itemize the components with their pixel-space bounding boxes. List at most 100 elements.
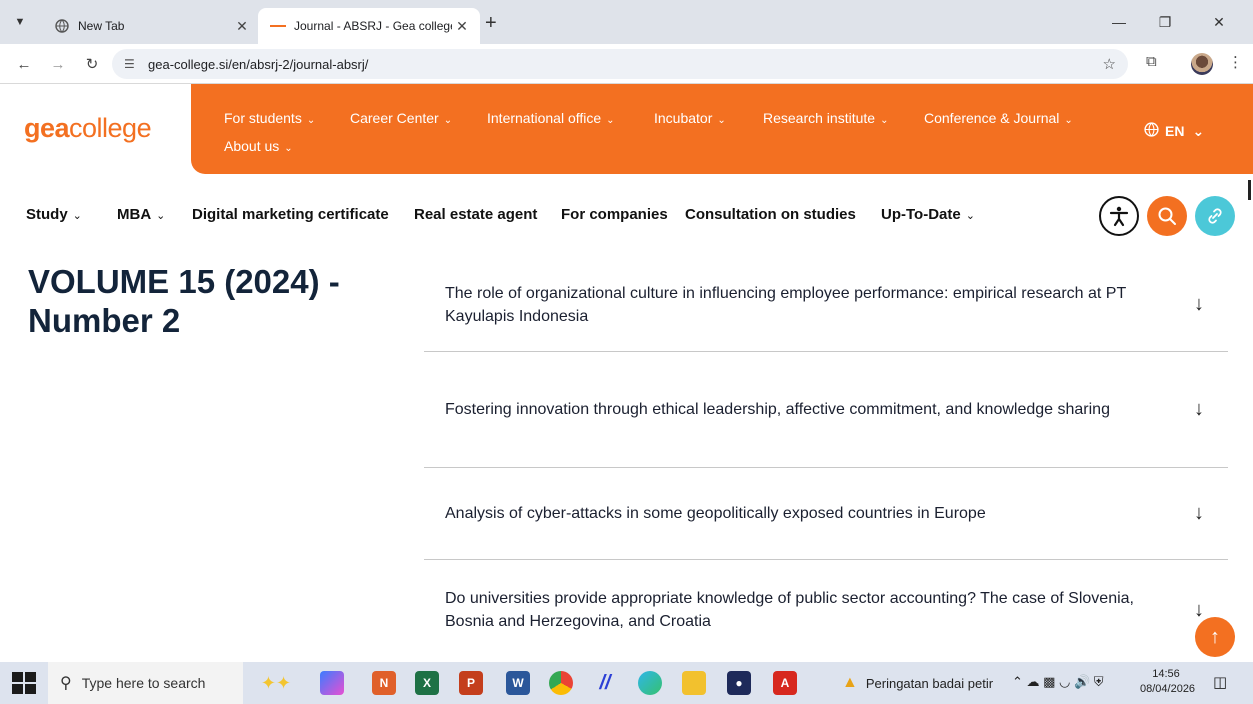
window-close-icon[interactable]: ✕: [1196, 8, 1242, 36]
article-title: Analysis of cyber-attacks in some geopol…: [445, 505, 986, 522]
subnav-digital-marketing[interactable]: Digital marketing certificate: [192, 206, 389, 223]
system-tray[interactable]: ⌃ ☁ ▩ ◡ 🔊 ⛨: [1012, 674, 1104, 690]
chevron-down-icon: ⌄: [965, 210, 975, 222]
gea-favicon-icon: [270, 18, 286, 34]
menu-kebab-icon[interactable]: ⋮: [1228, 53, 1243, 71]
subnav-mba[interactable]: MBA ⌄: [117, 206, 165, 223]
extensions-puzzle-icon[interactable]: ⧉: [1146, 53, 1157, 70]
chevron-down-icon: ⌄: [1064, 115, 1073, 126]
chrome-icon[interactable]: [549, 671, 573, 695]
tab-new-tab[interactable]: New Tab ✕: [40, 8, 260, 44]
site-settings-icon[interactable]: ☰: [124, 57, 142, 71]
browser-toolbar: ← → ↻ ☰ gea-college.si/en/absrj-2/journa…: [0, 44, 1253, 84]
volume-title: VOLUME 15 (2024) - Number 2: [28, 263, 340, 339]
back-to-top-button[interactable]: ↑: [1195, 617, 1235, 657]
subnav-real-estate-agent[interactable]: Real estate agent: [414, 206, 537, 223]
address-bar[interactable]: ☰ gea-college.si/en/absrj-2/journal-absr…: [112, 49, 1128, 79]
close-icon[interactable]: ✕: [232, 18, 252, 35]
weather-text: Peringatan badai petir: [865, 675, 994, 691]
nav-career-center[interactable]: Career Center ⌄: [350, 110, 452, 126]
acrobat-icon[interactable]: A: [773, 671, 797, 695]
search-icon: ⚲: [60, 675, 72, 692]
app-red-icon[interactable]: N: [372, 671, 396, 695]
edge-icon[interactable]: [638, 671, 662, 695]
copilot-icon[interactable]: [320, 671, 344, 695]
new-tab-plus-icon[interactable]: +: [485, 12, 497, 35]
chevron-down-icon: ⌄: [606, 115, 615, 126]
article-title: Do universities provide appropriate know…: [445, 590, 1134, 630]
excel-icon[interactable]: X: [415, 671, 439, 695]
arrow-down-icon[interactable]: ↓: [1194, 398, 1204, 421]
chevron-down-icon: ⌄: [1192, 122, 1205, 139]
main-navigation: For students ⌄ Career Center ⌄ Internation…: [191, 84, 1253, 174]
subnav-for-companies[interactable]: For companies: [561, 206, 668, 223]
windows-start-icon[interactable]: [12, 672, 36, 694]
article-accordion-item[interactable]: The role of organizational culture in in…: [424, 258, 1228, 352]
scroll-indicator: [1248, 180, 1251, 200]
nav-conference-journal[interactable]: Conference & Journal ⌄: [924, 110, 1073, 126]
minimize-icon[interactable]: —: [1096, 8, 1142, 36]
gea-college-logo[interactable]: geacollege: [24, 113, 152, 144]
powerpoint-icon[interactable]: P: [459, 671, 483, 695]
chevron-down-icon: ⌄: [156, 210, 166, 222]
browser-tabstrip: ▼ New Tab ✕ Journal - ABSRJ - Gea colleg…: [0, 0, 1253, 44]
tab-search-chevron-icon[interactable]: ▼: [10, 12, 30, 32]
article-accordion-item[interactable]: Analysis of cyber-attacks in some geopol…: [424, 468, 1228, 560]
accessibility-icon: [1109, 206, 1129, 227]
article-accordion-item[interactable]: Fostering innovation through ethical lea…: [424, 352, 1228, 468]
storm-warning-icon: ▲: [842, 674, 858, 691]
chevron-down-icon: ⌄: [880, 115, 889, 126]
windows-taskbar: ⚲ Type here to search ✦✦ N X P W // ● A …: [0, 662, 1253, 704]
close-icon[interactable]: ✕: [452, 18, 472, 35]
forward-arrow-icon[interactable]: →: [46, 52, 70, 76]
app-slash-icon[interactable]: //: [593, 671, 617, 695]
tab-title: New Tab: [78, 19, 125, 33]
chevron-down-icon: ⌄: [717, 115, 726, 126]
nav-incubator[interactable]: Incubator ⌄: [654, 110, 726, 126]
taskbar-search-box[interactable]: ⚲ Type here to search: [48, 662, 243, 704]
weather-widget[interactable]: ▲ Peringatan badai petir: [842, 674, 993, 692]
chevron-down-icon: ⌄: [72, 210, 82, 222]
link-button[interactable]: [1195, 196, 1235, 236]
subnav-consultation[interactable]: Consultation on studies: [685, 206, 856, 223]
accessibility-button[interactable]: [1099, 196, 1139, 236]
sparkle-widget-icon[interactable]: ✦✦: [256, 671, 296, 695]
search-icon: [1158, 207, 1176, 225]
nav-for-students[interactable]: For students ⌄: [224, 110, 315, 126]
language-selector[interactable]: EN ⌄: [1144, 122, 1204, 140]
arrow-down-icon[interactable]: ↓: [1194, 599, 1204, 622]
nav-about-us[interactable]: About us ⌄: [224, 138, 293, 154]
app-dark-icon[interactable]: ●: [727, 671, 751, 695]
reload-icon[interactable]: ↻: [80, 52, 104, 76]
arrow-down-icon[interactable]: ↓: [1194, 502, 1204, 525]
nav-international-office[interactable]: International office ⌄: [487, 110, 615, 126]
subnav-up-to-date[interactable]: Up-To-Date ⌄: [881, 206, 975, 223]
tab-title: Journal - ABSRJ - Gea college: [294, 19, 452, 33]
taskbar-clock[interactable]: 14:56 08/04/2026: [1140, 667, 1195, 697]
word-icon[interactable]: W: [506, 671, 530, 695]
chevron-down-icon: ⌄: [306, 115, 316, 126]
article-list: The role of organizational culture in in…: [424, 258, 1228, 660]
article-title: The role of organizational culture in in…: [445, 284, 1126, 325]
notification-icon[interactable]: ◫: [1213, 673, 1227, 691]
tab-journal[interactable]: Journal - ABSRJ - Gea college ✕: [258, 8, 480, 44]
article-title: Fostering innovation through ethical lea…: [445, 401, 1110, 418]
globe-icon: [1144, 122, 1159, 140]
chevron-down-icon: ⌄: [284, 143, 293, 154]
link-icon: [1208, 208, 1222, 224]
bookmark-star-icon[interactable]: ☆: [1103, 55, 1116, 73]
taskbar-search-placeholder: Type here to search: [81, 675, 206, 691]
back-arrow-icon[interactable]: ←: [12, 52, 36, 76]
nav-research-institute[interactable]: Research institute ⌄: [763, 110, 888, 126]
url-text: gea-college.si/en/absrj-2/journal-absrj/: [148, 56, 369, 72]
secondary-navigation: Study ⌄ MBA ⌄ Digital marketing certificat…: [0, 174, 1253, 258]
search-button[interactable]: [1147, 196, 1187, 236]
arrow-up-icon: ↑: [1210, 625, 1220, 648]
arrow-down-icon[interactable]: ↓: [1194, 293, 1204, 316]
article-accordion-item[interactable]: Do universities provide appropriate know…: [424, 560, 1228, 660]
file-explorer-icon[interactable]: [682, 671, 706, 695]
subnav-study[interactable]: Study ⌄: [26, 206, 82, 223]
restore-icon[interactable]: ❐: [1142, 8, 1188, 36]
chevron-down-icon: ⌄: [443, 115, 453, 126]
profile-avatar[interactable]: [1191, 53, 1213, 75]
